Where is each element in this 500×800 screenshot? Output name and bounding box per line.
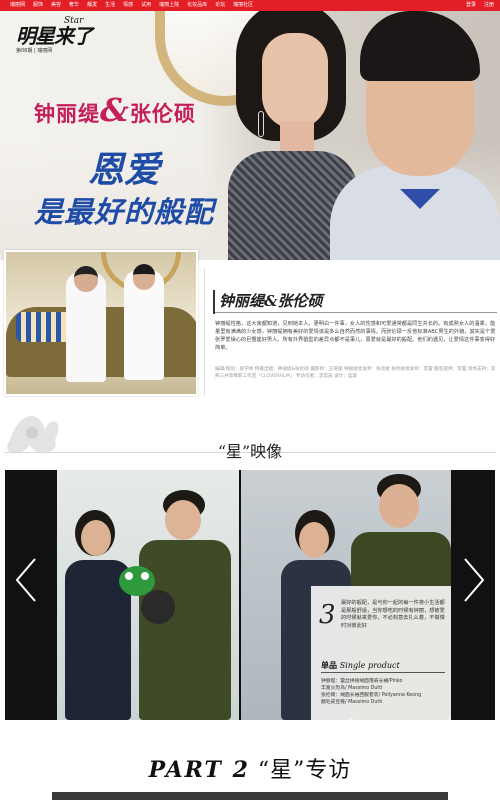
part2-heading: PART 2 “星”专访 [0,752,500,784]
gallery-photo-2[interactable]: 3 最好的般配，是与你一起的每一件夜小生活都是那般舒适，当你想吃的时候有钟丽，想… [241,470,451,720]
gallery-photo-1[interactable] [57,470,239,720]
logo-star-text: Star [64,16,84,26]
dog [141,590,175,626]
single-product-panel: 3 最好的般配，是与你一起的每一件夜小生活都是那般舒适，当你想吃的时候有钟丽，想… [311,586,451,720]
nav-item-emotion[interactable]: 情感 [123,0,133,11]
product-item: 翻毛皮豆鞋/ Massimo Dutti [321,700,383,705]
login-link[interactable]: 登录 [466,0,476,11]
hero-title-match: 是最好的般配 [34,195,215,229]
nav-item-trial[interactable]: 试用 [141,0,151,11]
site-logo[interactable]: 明星来了 Star 第08期 | 瑞丽网 [16,16,96,60]
register-link[interactable]: 注册 [484,0,494,11]
nav-item-fashion[interactable]: 服饰 [33,0,43,11]
intro-title: 钟丽缇&张伦硕 [219,292,323,310]
nav-item-life[interactable]: 生活 [105,0,115,11]
product-list: 钟丽缇：蕾丝拼接绒面落肩长裙/Pinko 丰富火烈鸟/ Massimo Dutt… [321,678,449,706]
hero-title-names: 钟丽缇&张伦硕 [34,91,196,129]
gallery-title: “星”映像 [217,442,283,461]
chevron-left-icon[interactable] [11,555,41,605]
single-product-heading: 单品 Single product [321,661,400,670]
nav-item-beauty[interactable]: 美容 [51,0,61,11]
panel-caption: 最好的般配，是与你一起的每一件夜小生活都是那般舒适，当你想吃的时候有钟丽，想被爱… [341,600,445,629]
product-item: 张伦硕：绒面长袖西服套装/ Pollyanna Keong [321,693,422,698]
logo-title: 明星来了 [16,24,93,48]
panel-number: 3 [319,600,336,630]
product-item: 丰富火烈鸟/ Massimo Dutti [321,686,383,691]
photo-gallery: 3 最好的般配，是与你一起的每一件夜小生活都是那般舒适，当你想吃的时候有钟丽，想… [5,470,495,720]
hero-title-love: 恩爱 [88,149,161,191]
nav-item-cosmetics[interactable]: 化妆品库 [187,0,207,11]
nav-item-home[interactable]: 瑞丽网 [10,0,25,11]
intro-photo [4,250,198,396]
nav-item-luxury[interactable]: 奢华 [69,0,79,11]
product-item: 钟丽缇：蕾丝拼接绒面落肩长裙/Pinko [321,679,403,684]
part2-prefix: PART 2 [148,757,250,783]
nav-account: 登录 注册 [458,0,494,11]
part2-title: “星”专访 [257,758,352,783]
intro-credits: 编辑/策划：梁学林 特邀出镜：钟丽缇&张伦硕 摄影师：王培俊 钟丽缇妆发师：张亮… [215,367,496,379]
part2-content-preview [52,792,448,800]
intro-article: 钟丽缇&张伦硕 钟丽缇性格，这大家都知道，见到她本人，更明白一件事，女人的性感和… [204,268,500,396]
nav-item-forum[interactable]: 论坛 [215,0,225,11]
hero-photo-man [330,11,500,260]
intro-body: 钟丽缇性格，这大家都知道，见到她本人，更明白一件事，女人的性感和可爱通常都是同生… [215,321,496,351]
nav-item-academy[interactable]: 瑞丽上院 [159,0,179,11]
chevron-right-icon[interactable] [459,555,489,605]
nav-item-community[interactable]: 瑞丽社区 [233,0,253,11]
nav-item-hair[interactable]: 靓发 [87,0,97,11]
top-nav: 瑞丽网 服饰 美容 奢华 靓发 生活 情感 试用 瑞丽上院 化妆品库 论坛 瑞丽… [0,0,500,11]
